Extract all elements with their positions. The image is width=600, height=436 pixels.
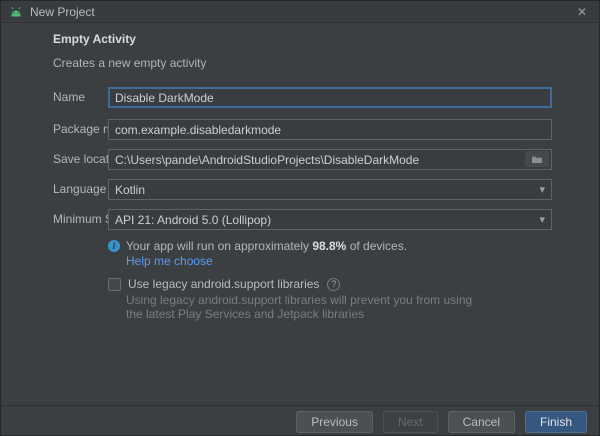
legacy-checkbox-row: Use legacy android.support libraries ? <box>108 277 341 291</box>
previous-button[interactable]: Previous <box>296 411 373 433</box>
next-button[interactable]: Next <box>382 411 438 433</box>
package-row: Package name <box>1 119 599 140</box>
chevron-down-icon: ▾ <box>539 184 545 196</box>
chevron-down-icon: ▾ <box>539 214 545 226</box>
name-row: Name <box>1 87 599 108</box>
page-title: Empty Activity <box>53 32 136 46</box>
name-label: Name <box>53 90 86 104</box>
language-row: Language Kotlin ▾ <box>1 179 599 200</box>
min-sdk-row: Minimum SDK API 21: Android 5.0 (Lollipo… <box>1 209 599 230</box>
device-percent: 98.8% <box>312 239 347 253</box>
close-icon[interactable]: ✕ <box>573 4 591 20</box>
help-icon[interactable]: ? <box>327 277 341 291</box>
min-sdk-select[interactable]: API 21: Android 5.0 (Lollipop) ▾ <box>108 209 552 230</box>
title-bar: New Project ✕ <box>1 1 599 23</box>
info-icon: i <box>108 240 120 252</box>
save-location-input[interactable] <box>108 149 552 170</box>
new-project-dialog: New Project ✕ Empty Activity Creates a n… <box>0 0 600 436</box>
legacy-description-line1: Using legacy android.support libraries w… <box>126 293 473 307</box>
save-location-row: Save location <box>1 149 599 170</box>
language-select[interactable]: Kotlin ▾ <box>108 179 552 200</box>
language-value: Kotlin <box>115 182 146 197</box>
language-label: Language <box>53 182 107 196</box>
help-me-choose-link[interactable]: Help me choose <box>126 254 213 268</box>
sdk-info-text: Your app will run on approximately 98.8%… <box>126 239 408 253</box>
browse-folder-button[interactable] <box>525 151 549 167</box>
window-title: New Project <box>30 4 95 19</box>
legacy-description-line2: the latest Play Services and Jetpack lib… <box>126 307 365 321</box>
folder-icon <box>531 152 543 167</box>
cancel-button[interactable]: Cancel <box>447 411 515 433</box>
android-icon <box>9 6 23 18</box>
package-input[interactable] <box>108 119 552 140</box>
page-subtitle: Creates a new empty activity <box>53 56 207 70</box>
footer-divider <box>1 405 599 406</box>
name-input[interactable] <box>108 87 552 108</box>
legacy-checkbox[interactable] <box>108 277 121 291</box>
sdk-info: i Your app will run on approximately 98.… <box>108 239 407 253</box>
min-sdk-value: API 21: Android 5.0 (Lollipop) <box>115 212 272 227</box>
legacy-checkbox-label: Use legacy android.support libraries <box>128 277 320 291</box>
button-bar: Previous Next Cancel Finish <box>296 411 587 433</box>
finish-button[interactable]: Finish <box>524 411 587 433</box>
